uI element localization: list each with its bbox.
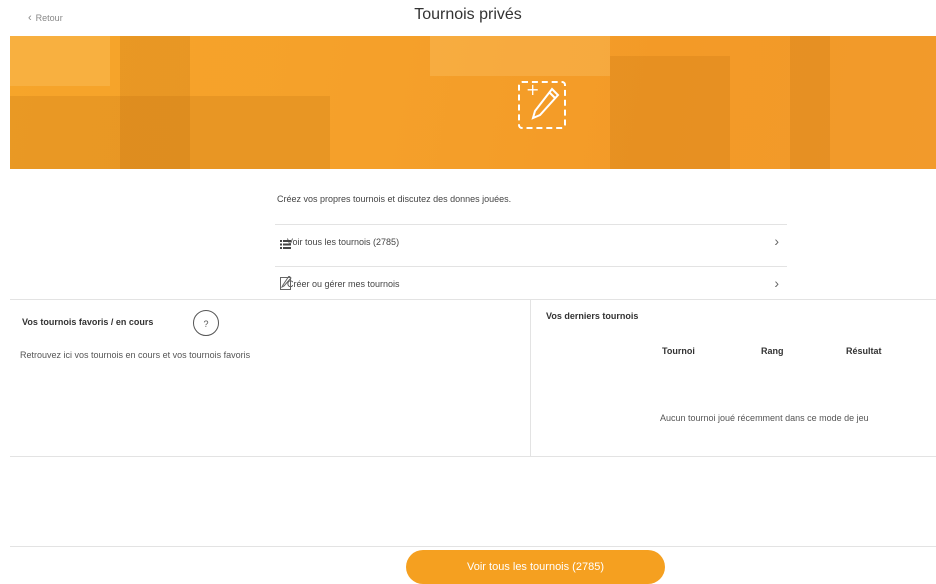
chevron-right-icon: › <box>774 275 779 291</box>
recent-tournaments-title: Vos derniers tournois <box>546 311 639 321</box>
create-tournament-icon: + <box>518 80 566 129</box>
panel-divider-vertical <box>530 300 531 456</box>
menu-item-manage-tournaments[interactable]: Créer ou gérer mes tournois › <box>275 266 787 300</box>
top-bar: ‹ Retour Tournois privés <box>0 0 936 36</box>
favorites-description: Retrouvez ici vos tournois en cours et v… <box>20 350 251 360</box>
page-title: Tournois privés <box>414 6 522 23</box>
chevron-right-icon: › <box>774 233 779 249</box>
favorites-title: Vos tournois favoris / en cours <box>22 317 154 327</box>
hero-banner: + <box>10 36 936 169</box>
menu-item-all-tournaments[interactable]: Voir tous les tournois (2785) › <box>275 224 787 258</box>
list-icon <box>280 236 291 254</box>
column-header-resultat: Résultat <box>846 346 882 356</box>
footer-divider <box>10 546 936 547</box>
svg-text:+: + <box>526 80 539 99</box>
column-header-tournoi: Tournoi <box>662 346 695 356</box>
view-all-tournaments-button[interactable]: Voir tous les tournois (2785) <box>406 550 665 584</box>
menu-item-label: Voir tous les tournois (2785) <box>287 236 400 247</box>
help-button[interactable]: ? <box>193 310 219 336</box>
empty-state-message: Aucun tournoi joué récemment dans ce mod… <box>660 413 869 423</box>
panel-divider-top <box>10 299 936 300</box>
menu-item-label: Créer ou gérer mes tournois <box>287 278 400 289</box>
column-header-rang: Rang <box>761 346 784 356</box>
panel-divider-bottom <box>10 456 936 457</box>
intro-text: Créez vos propres tournois et discutez d… <box>277 194 512 204</box>
edit-icon <box>280 275 292 295</box>
